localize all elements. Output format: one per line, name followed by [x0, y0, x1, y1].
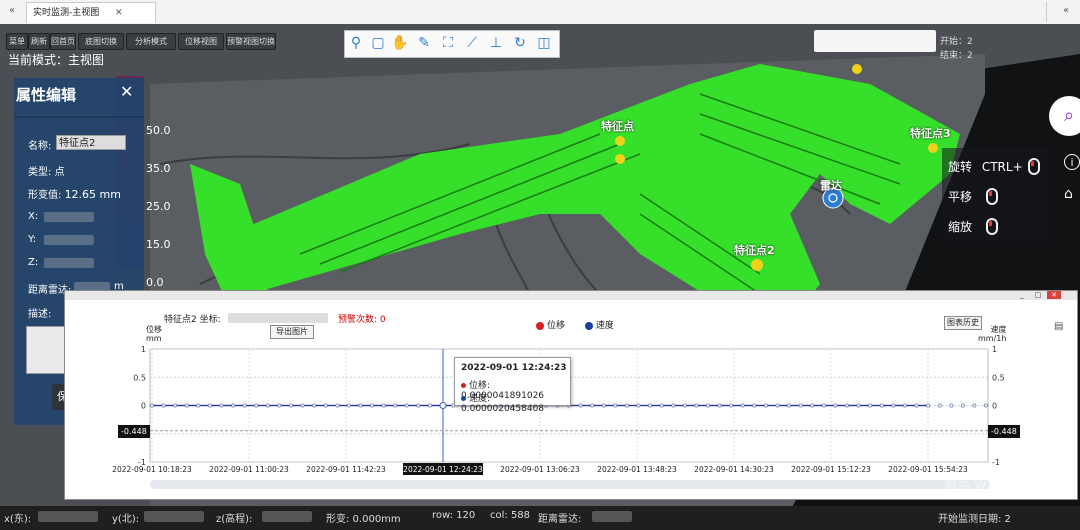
- x-tick-label: 2022-09-01 15:12:23: [791, 465, 871, 474]
- tooltip-time: 2022-09-01 12:24:23: [461, 363, 567, 373]
- data-point: [161, 403, 166, 408]
- data-point: [845, 403, 850, 408]
- data-point: [682, 403, 687, 408]
- data-point: [960, 403, 965, 408]
- data-point: [149, 403, 154, 408]
- data-point: [926, 403, 931, 408]
- data-point: [729, 403, 734, 408]
- data-point: [856, 403, 861, 408]
- x-tick-label: 2022-09-01 14:30:23: [694, 465, 774, 474]
- data-point: [821, 403, 826, 408]
- data-point: [624, 403, 629, 408]
- y-right-tick-label: 0: [992, 402, 997, 411]
- y-left-tick-label: 1: [141, 345, 146, 354]
- data-point: [578, 403, 583, 408]
- redacted-x: [38, 511, 98, 522]
- data-point: [590, 403, 595, 408]
- data-point: [763, 403, 768, 408]
- data-point: [984, 403, 989, 408]
- data-point: [868, 403, 873, 408]
- status-col: col: 588: [490, 510, 531, 521]
- chart-tooltip: 2022-09-01 12:24:23 位移: 0.0000041891026 …: [454, 357, 571, 414]
- data-point: [902, 403, 907, 408]
- data-point: [671, 403, 676, 408]
- data-point: [404, 403, 409, 408]
- status-row: row: 120: [432, 510, 476, 521]
- x-tick-label: 2022-09-01 11:42:23: [306, 465, 386, 474]
- data-point: [636, 403, 641, 408]
- status-y: y(北):: [112, 514, 140, 525]
- data-point: [381, 403, 386, 408]
- data-point: [740, 403, 745, 408]
- crosshair-value-left: -0.448: [118, 425, 150, 438]
- data-point: [393, 403, 398, 408]
- tooltip-velocity: 速度: 0.0000020458408: [461, 394, 545, 414]
- data-point: [879, 403, 884, 408]
- data-point: [891, 403, 896, 408]
- data-point: [231, 403, 236, 408]
- data-point: [648, 403, 653, 408]
- data-point: [346, 403, 351, 408]
- data-point: [184, 403, 189, 408]
- status-deform: 形变: 0.000mm: [326, 514, 401, 525]
- data-point: [277, 403, 282, 408]
- x-tick-label: 2022-09-01 15:54:23: [888, 465, 968, 474]
- data-point: [798, 403, 803, 408]
- redacted-y: [144, 511, 204, 522]
- data-point: [254, 403, 259, 408]
- data-point: [601, 403, 606, 408]
- y-left-tick-label: 0: [141, 402, 146, 411]
- x-tick-label: 2022-09-01 13:48:23: [597, 465, 677, 474]
- status-z: z(高程):: [216, 514, 253, 525]
- data-point: [949, 403, 954, 408]
- data-point: [659, 403, 664, 408]
- x-tick-label: 2022-09-01 12:24:23: [403, 465, 483, 474]
- data-point: [370, 403, 375, 408]
- line-chart[interactable]: 110.50.500-0.5-0.5-1-12022-09-01 10:18:2…: [0, 0, 1080, 530]
- data-point: [613, 403, 618, 408]
- data-point: [972, 403, 977, 408]
- data-point: [427, 403, 432, 408]
- y-right-tick-label: 1: [992, 345, 997, 354]
- status-monitor-date: 开始监测日期: 2: [938, 514, 1011, 525]
- data-point: [207, 403, 212, 408]
- x-tick-label: 2022-09-01 10:18:23: [112, 465, 192, 474]
- status-radar-distance: 距离雷达:: [538, 514, 582, 525]
- y-left-tick-label: 0.5: [133, 373, 146, 382]
- data-point: [288, 403, 293, 408]
- data-point: [787, 403, 792, 408]
- data-point: [265, 403, 270, 408]
- chart-zoom-scrollbar[interactable]: [150, 480, 990, 489]
- data-point: [694, 403, 699, 408]
- data-point: [196, 403, 201, 408]
- highlighted-point: [439, 401, 447, 409]
- x-tick-label: 2022-09-01 13:06:23: [500, 465, 580, 474]
- data-point: [937, 403, 942, 408]
- activation-watermark-sub: 转到"设置"以激活 Windows。: [944, 491, 1054, 500]
- crosshair-value-right: -0.448: [988, 425, 1020, 438]
- data-point: [752, 403, 757, 408]
- data-point: [833, 403, 838, 408]
- y-right-tick-label: -1: [992, 458, 1000, 467]
- data-point: [173, 403, 178, 408]
- data-point: [242, 403, 247, 408]
- redacted-z: [262, 511, 312, 522]
- data-point: [914, 403, 919, 408]
- data-point: [706, 403, 711, 408]
- x-tick-label: 2022-09-01 11:00:23: [209, 465, 289, 474]
- redacted-distance: [592, 511, 632, 522]
- data-point: [312, 403, 317, 408]
- data-point: [810, 403, 815, 408]
- data-point: [416, 403, 421, 408]
- data-point: [219, 403, 224, 408]
- y-right-tick-label: 0.5: [992, 373, 1005, 382]
- data-point: [323, 403, 328, 408]
- data-point: [775, 403, 780, 408]
- data-point: [358, 403, 363, 408]
- status-x: x(东):: [4, 514, 32, 525]
- data-point: [717, 403, 722, 408]
- data-point: [335, 403, 340, 408]
- data-point: [300, 403, 305, 408]
